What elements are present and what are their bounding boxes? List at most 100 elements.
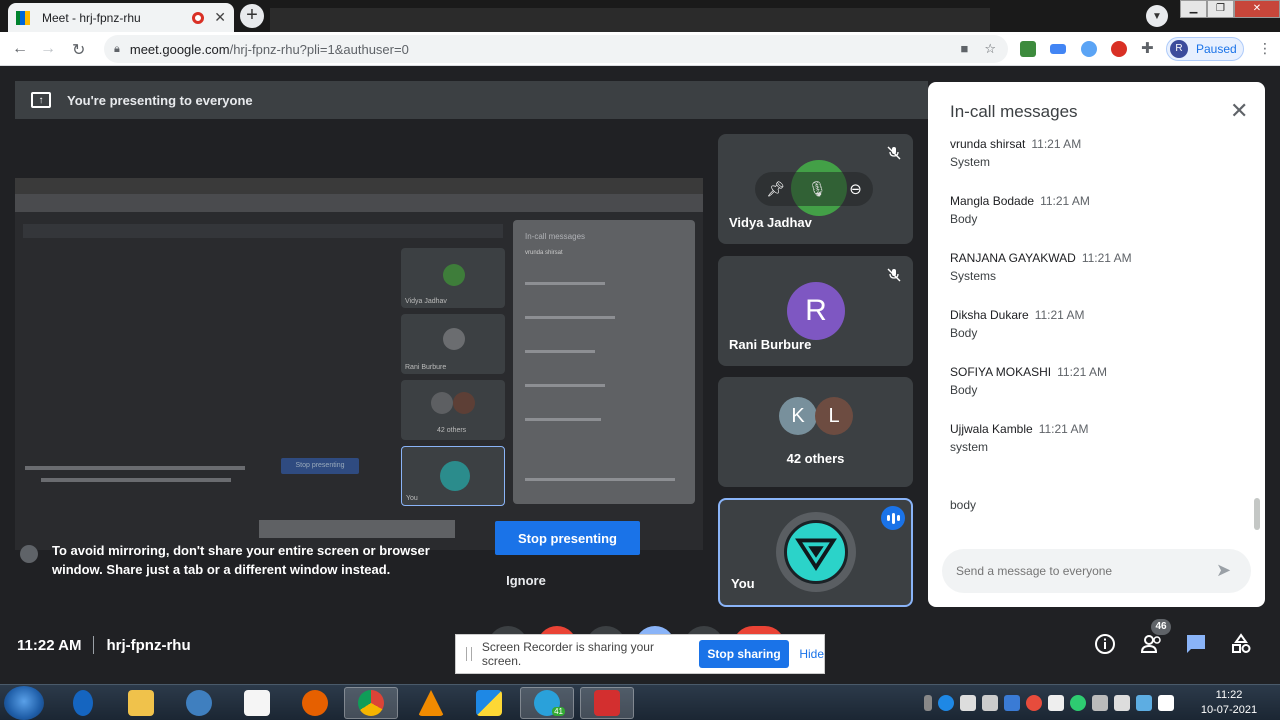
tile-hover-controls: 📌︎ 🎙︎ ⊖ bbox=[755, 172, 873, 206]
message-time: 11:21 AM bbox=[1034, 308, 1085, 322]
mic-tray-icon[interactable] bbox=[924, 695, 932, 711]
activities-icon[interactable] bbox=[1230, 633, 1252, 660]
tray-icon[interactable] bbox=[1136, 695, 1152, 711]
url-host: meet.google.com bbox=[129, 41, 230, 57]
minimize-button[interactable]: ▁ bbox=[1180, 0, 1207, 18]
window-close-button[interactable]: ✕ bbox=[1234, 0, 1280, 18]
recorder-message: Screen Recorder is sharing your screen. bbox=[481, 640, 654, 668]
profile-button[interactable]: R Paused bbox=[1166, 37, 1244, 61]
taskbar-app-stripes[interactable] bbox=[462, 687, 516, 719]
network-icon[interactable] bbox=[960, 695, 976, 711]
taskbar-bluetooth[interactable] bbox=[56, 687, 110, 719]
mirror-others: 42 others bbox=[437, 427, 467, 434]
chat-message: SOFIYA MOKASHI 11:21 AM Body bbox=[950, 365, 1250, 397]
mirror-stop-presenting: Stop presenting bbox=[281, 458, 359, 474]
tray-icon[interactable] bbox=[1114, 695, 1130, 711]
taskbar-vlc[interactable] bbox=[404, 687, 458, 719]
people-icon[interactable] bbox=[1140, 633, 1164, 660]
extension-icon-1[interactable] bbox=[1020, 41, 1036, 57]
chat-icon[interactable] bbox=[1185, 633, 1207, 660]
clock-date: 10-07-2021 bbox=[1200, 704, 1258, 716]
chat-input-container bbox=[942, 549, 1251, 593]
mirror-address-bar bbox=[15, 194, 703, 212]
logo-shield-icon bbox=[795, 538, 837, 572]
tab-close-icon[interactable]: ✕ bbox=[214, 9, 226, 26]
ignore-button[interactable]: Ignore bbox=[495, 573, 557, 593]
omnibox-actions: ■ ☆ bbox=[960, 41, 996, 57]
tray-icon[interactable] bbox=[1026, 695, 1042, 711]
taskbar-explorer[interactable] bbox=[114, 687, 168, 719]
others-count: 42 others bbox=[786, 451, 845, 466]
stop-sharing-button[interactable]: Stop sharing bbox=[698, 640, 790, 668]
record-extension-icon[interactable] bbox=[1111, 41, 1127, 57]
meeting-code: hrj-fpnz-rhu bbox=[106, 636, 191, 654]
mirror-stop-presenting-label: Stop presenting bbox=[295, 462, 345, 469]
maximize-button[interactable]: ❐ bbox=[1207, 0, 1234, 18]
tray-icon[interactable] bbox=[1070, 695, 1086, 711]
remove-participant-icon[interactable]: ⊖ bbox=[849, 180, 862, 198]
start-button[interactable] bbox=[4, 686, 44, 720]
mirror-warning-line bbox=[41, 478, 231, 482]
address-bar[interactable]: 🔒︎ meet.google.com/hrj-fpnz-rhu?pli=1&au… bbox=[104, 35, 1008, 63]
hide-link[interactable]: Hide bbox=[799, 647, 824, 661]
taskbar-media-player[interactable] bbox=[172, 687, 226, 719]
chat-close-icon[interactable]: ✕ bbox=[1230, 100, 1248, 122]
tabstrip-background bbox=[270, 8, 990, 32]
info-icon[interactable] bbox=[1094, 633, 1116, 660]
new-tab-button[interactable]: + bbox=[240, 4, 264, 28]
mirror-chat-line bbox=[525, 316, 615, 319]
taskbar-clock[interactable]: 11:22 10-07-2021 bbox=[1196, 688, 1262, 718]
message-sender: Diksha Dukare bbox=[950, 308, 1029, 322]
extension-icon-2[interactable] bbox=[1050, 44, 1066, 54]
tray-icon[interactable] bbox=[1004, 695, 1020, 711]
pin-icon[interactable]: 📌︎ bbox=[766, 180, 785, 198]
message-time: 11:21 AM bbox=[1038, 422, 1089, 436]
taskbar-firefox[interactable] bbox=[288, 687, 342, 719]
participant-tile-rani[interactable]: R Rani Burbure bbox=[718, 256, 913, 366]
volume-icon[interactable] bbox=[982, 695, 998, 711]
tab-search-icon[interactable]: ▼ bbox=[1146, 5, 1168, 27]
chat-message: RANJANA GAYAKWAD 11:21 AM Systems bbox=[950, 251, 1250, 283]
forward-icon[interactable]: → bbox=[40, 40, 56, 58]
mirror-avatar-4 bbox=[453, 392, 475, 414]
chat-messages: vrunda shirsat 11:21 AM System Mangla Bod… bbox=[950, 137, 1250, 479]
mirror-chat-line bbox=[525, 418, 601, 421]
drag-handle-icon[interactable] bbox=[466, 647, 472, 661]
taskbar-chrome[interactable] bbox=[344, 687, 398, 719]
browser-menu-icon[interactable]: ⋮ bbox=[1258, 40, 1272, 57]
extensions-puzzle-icon[interactable]: ✚ bbox=[1141, 39, 1157, 57]
mirror-tabstrip bbox=[15, 178, 703, 194]
taskbar-pdf-reader[interactable] bbox=[580, 687, 634, 719]
back-icon[interactable]: ← bbox=[12, 40, 28, 58]
chat-message-input[interactable] bbox=[956, 564, 1206, 578]
mirror-tile-1: Vidya Jadhav bbox=[401, 248, 505, 308]
send-icon[interactable]: ➤ bbox=[1216, 560, 1231, 581]
bookmark-star-icon[interactable]: ☆ bbox=[984, 41, 996, 57]
mute-participant-icon[interactable]: 🎙︎ bbox=[808, 180, 827, 198]
url-path: /hrj-fpnz-rhu?pli=1&authuser=0 bbox=[229, 41, 409, 57]
participant-tile-others[interactable]: K L 42 others bbox=[718, 377, 913, 487]
mirror-chat-sender: vrunda shirsat bbox=[525, 250, 563, 256]
camera-icon[interactable]: ■ bbox=[960, 41, 968, 57]
participant-name: You bbox=[731, 576, 755, 591]
browser-tab-meet[interactable]: Meet - hrj-fpnz-rhu ✕ bbox=[8, 3, 234, 32]
telegram-badge: 41 bbox=[552, 707, 565, 716]
you-avatar bbox=[776, 512, 856, 592]
meeting-info: 11:22 AM hrj-fpnz-rhu bbox=[17, 636, 191, 654]
mirror-banner bbox=[23, 224, 503, 238]
taskbar-telegram[interactable]: 41 bbox=[520, 687, 574, 719]
stop-presenting-button[interactable]: Stop presenting bbox=[495, 521, 640, 555]
mirror-chat-line bbox=[525, 350, 595, 353]
tray-icon[interactable] bbox=[938, 695, 954, 711]
chat-scrollbar[interactable] bbox=[1254, 498, 1260, 530]
reload-icon[interactable]: ↻ bbox=[72, 40, 85, 60]
message-text: Body bbox=[950, 383, 978, 397]
participant-tile-you[interactable]: You bbox=[718, 498, 913, 607]
recording-indicator-icon bbox=[192, 11, 205, 24]
chat-message: Diksha Dukare 11:21 AM Body bbox=[950, 308, 1250, 340]
info-extension-icon[interactable] bbox=[1081, 41, 1097, 57]
flag-icon[interactable] bbox=[1048, 695, 1064, 711]
taskbar-calendar-321[interactable] bbox=[230, 687, 284, 719]
tray-icon[interactable] bbox=[1158, 695, 1174, 711]
tray-icon[interactable] bbox=[1092, 695, 1108, 711]
